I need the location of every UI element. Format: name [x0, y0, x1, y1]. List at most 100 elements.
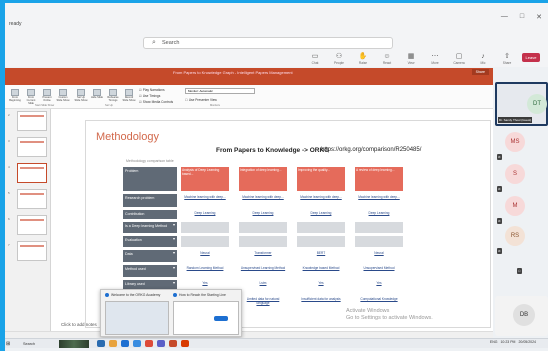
table-cell: [181, 222, 229, 233]
present-online-button[interactable]: Present Online: [40, 89, 54, 102]
powerpoint-icon[interactable]: [169, 340, 177, 347]
store-icon[interactable]: [133, 340, 141, 347]
search-placeholder: Search: [162, 40, 180, 46]
people-icon[interactable]: ⚇: [517, 268, 522, 274]
view-button[interactable]: ▦ View: [402, 53, 420, 65]
notes-placeholder[interactable]: Click to add notes: [61, 322, 97, 327]
search-highlight-image: [59, 340, 89, 348]
start-icon[interactable]: ⊞: [6, 341, 10, 347]
avatar[interactable]: MS: [505, 132, 525, 152]
react-icon: ☺: [383, 53, 391, 60]
slide-thumbnail[interactable]: [17, 189, 47, 209]
search-input[interactable]: ⌕ Search: [143, 37, 393, 49]
chevron-down-icon[interactable]: ▾: [173, 250, 175, 256]
table-cell[interactable]: Random Learning Method: [181, 265, 229, 277]
table-cell[interactable]: BERT: [297, 250, 345, 262]
chevron-down-icon[interactable]: ▾: [173, 222, 175, 228]
slide-thumbnail[interactable]: [17, 137, 47, 157]
chevron-down-icon[interactable]: ▾: [173, 236, 175, 242]
preview-thumbnail-1[interactable]: [105, 301, 169, 335]
more-button[interactable]: ⋯ More: [426, 53, 444, 65]
table-cell[interactable]: Yes: [355, 280, 403, 293]
slide-thumbnail[interactable]: [17, 241, 47, 261]
rehearse-timings-button[interactable]: Rehearse Timings: [106, 89, 120, 102]
table-cell[interactable]: Unsupervised Method: [355, 265, 403, 277]
chrome-icon[interactable]: [145, 340, 153, 347]
react-button[interactable]: ☺ React: [378, 53, 396, 65]
ribbon-panel: From Beginning From Current Slide Presen…: [5, 85, 493, 109]
table-cell[interactable]: Insufficient data for analysis: [297, 296, 345, 310]
play-narrations-checkbox[interactable]: ☑ Play Narrations: [139, 88, 165, 92]
table-cell[interactable]: Machine learning with deep...: [297, 194, 345, 207]
from-current-button[interactable]: From Current Slide: [24, 89, 38, 105]
search-icon: ⌕: [152, 39, 156, 46]
leave-button[interactable]: Leave: [521, 53, 541, 65]
table-cell[interactable]: Lstm: [239, 280, 287, 293]
taskbar-search[interactable]: Search: [23, 342, 35, 346]
table-cell[interactable]: Yes: [297, 280, 345, 293]
custom-show-button[interactable]: Custom Slide Show: [56, 89, 70, 102]
row-header[interactable]: Evaluation ▾: [123, 236, 177, 247]
row-header[interactable]: Problem: [123, 167, 177, 191]
share-screen-button[interactable]: ⇧ Share: [498, 53, 516, 65]
avatar: DB: [513, 304, 535, 326]
slide-thumbnail-selected[interactable]: [17, 163, 47, 183]
table-cell[interactable]: Limited data for natural language: [239, 296, 287, 310]
chevron-down-icon[interactable]: ▾: [173, 265, 175, 271]
table-cell[interactable]: Neural: [355, 250, 403, 262]
from-beginning-button[interactable]: From Beginning: [8, 89, 22, 102]
table-cell[interactable]: Machine learning with deep...: [181, 194, 229, 207]
media-controls-checkbox[interactable]: ☑ Show Media Controls: [139, 100, 173, 104]
participant-tile-active[interactable]: DT Dr. Sandy Thool (Guest): [495, 82, 548, 126]
preview-tab-1[interactable]: Welcome to the ORKG Academy: [105, 293, 171, 298]
presenter-view-checkbox[interactable]: ☐ Use Presenter View: [185, 98, 217, 102]
raise-hand-button[interactable]: ✋ Raise: [354, 53, 372, 65]
hide-slide-button[interactable]: Hide Slide: [90, 89, 104, 99]
file-explorer-icon[interactable]: [97, 340, 105, 347]
row-header[interactable]: Method used ▾: [123, 265, 177, 277]
table-cell[interactable]: Deep Learning: [355, 210, 403, 219]
teams-icon[interactable]: [157, 340, 165, 347]
clock-time[interactable]: 10:23 PM: [500, 340, 515, 344]
table-cell[interactable]: Unsupervised Learning Method: [239, 265, 287, 277]
people-button[interactable]: ⚇ People: [330, 53, 348, 65]
hide-icon: [93, 89, 101, 96]
setup-show-button[interactable]: Set Up Slide Show: [74, 89, 88, 102]
table-cell[interactable]: Transformer: [239, 250, 287, 262]
participant-tile[interactable]: DB: [495, 296, 548, 336]
row-header[interactable]: Contribution: [123, 210, 177, 219]
table-cell[interactable]: Knowledge based Method: [297, 265, 345, 277]
row-header[interactable]: Data ▾: [123, 250, 177, 262]
use-timings-checkbox[interactable]: ☑ Use Timings: [139, 94, 160, 98]
edge-icon[interactable]: [121, 340, 129, 347]
mic-button[interactable]: ♪ Mic: [474, 53, 492, 65]
table-cell[interactable]: Deep Learning: [239, 210, 287, 219]
ppt-share-button[interactable]: Share: [471, 69, 489, 75]
row-header[interactable]: Research problem: [123, 194, 177, 207]
table-cell[interactable]: Neural: [181, 250, 229, 262]
folder-icon[interactable]: [109, 340, 117, 347]
chat-button[interactable]: ▭ Chat: [306, 53, 324, 65]
language-indicator[interactable]: ENG: [490, 340, 498, 344]
table-cell[interactable]: Machine learning with deep...: [355, 194, 403, 207]
avatar[interactable]: RS: [505, 226, 525, 246]
maximize-button[interactable]: □: [520, 13, 524, 21]
slide-thumbnail[interactable]: [17, 111, 47, 131]
table-cell[interactable]: Deep Learning: [297, 210, 345, 219]
chevron-down-icon[interactable]: ▾: [173, 280, 175, 286]
table-cell[interactable]: Machine learning with deep...: [239, 194, 287, 207]
row-header[interactable]: Is a Deep learning Method ▾: [123, 222, 177, 233]
table-cell[interactable]: Deep Learning: [181, 210, 229, 219]
slide-thumbnail[interactable]: [17, 215, 47, 235]
minimize-button[interactable]: —: [501, 13, 508, 21]
office-icon[interactable]: [181, 340, 189, 347]
camera-button[interactable]: ▢ Camera: [450, 53, 468, 65]
preview-tab-2[interactable]: How to Reach the Starting Line: [173, 293, 239, 298]
close-button[interactable]: ✕: [536, 13, 542, 21]
record-button[interactable]: Record Slide Show: [122, 89, 136, 102]
monitor-select[interactable]: Monitor: Automatic: [185, 88, 255, 94]
clock-date[interactable]: 20/05/2024: [518, 340, 536, 344]
preview-thumbnail-2[interactable]: [173, 301, 239, 335]
avatar[interactable]: S: [505, 164, 525, 184]
avatar[interactable]: M: [505, 196, 525, 216]
